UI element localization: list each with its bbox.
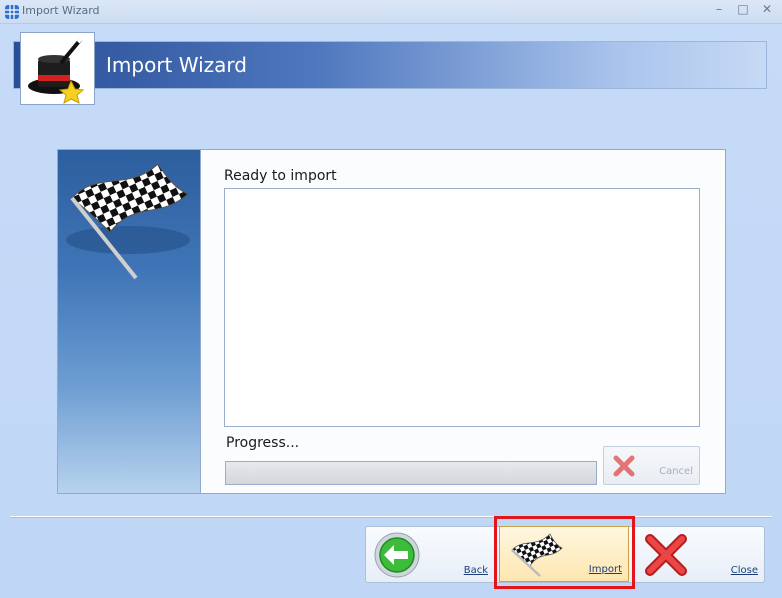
app-grid-icon (5, 5, 19, 19)
window-title: Import Wizard (22, 4, 100, 17)
cancel-label: Cancel (659, 466, 693, 477)
status-label: Ready to import (224, 168, 337, 184)
red-x-icon (645, 534, 687, 576)
green-back-arrow-icon (374, 532, 420, 578)
footer-divider-shadow (10, 517, 772, 518)
wizard-side-graphic (58, 150, 201, 493)
checkered-flag-icon (66, 163, 190, 280)
import-highlight-frame (494, 516, 635, 589)
red-x-icon (613, 455, 635, 477)
progress-label: Progress... (226, 435, 300, 451)
cancel-button[interactable]: Cancel (603, 446, 700, 485)
header-banner: Import Wizard (13, 41, 767, 89)
title-bar: Import Wizard – □ ✕ (0, 0, 782, 24)
back-label: Back (463, 565, 488, 576)
import-log[interactable] (224, 188, 700, 427)
progress-bar (225, 461, 597, 485)
minimize-button[interactable]: – (710, 2, 728, 16)
close-label: Close (730, 565, 758, 576)
page-title: Import Wizard (106, 53, 247, 77)
maximize-button[interactable]: □ (734, 2, 752, 16)
wizard-panel: Ready to import Progress... Cancel (57, 149, 726, 494)
close-button[interactable]: Close (632, 527, 764, 582)
magic-hat-icon (20, 32, 95, 105)
close-window-button[interactable]: ✕ (758, 2, 776, 16)
back-button[interactable]: Back (366, 527, 494, 582)
